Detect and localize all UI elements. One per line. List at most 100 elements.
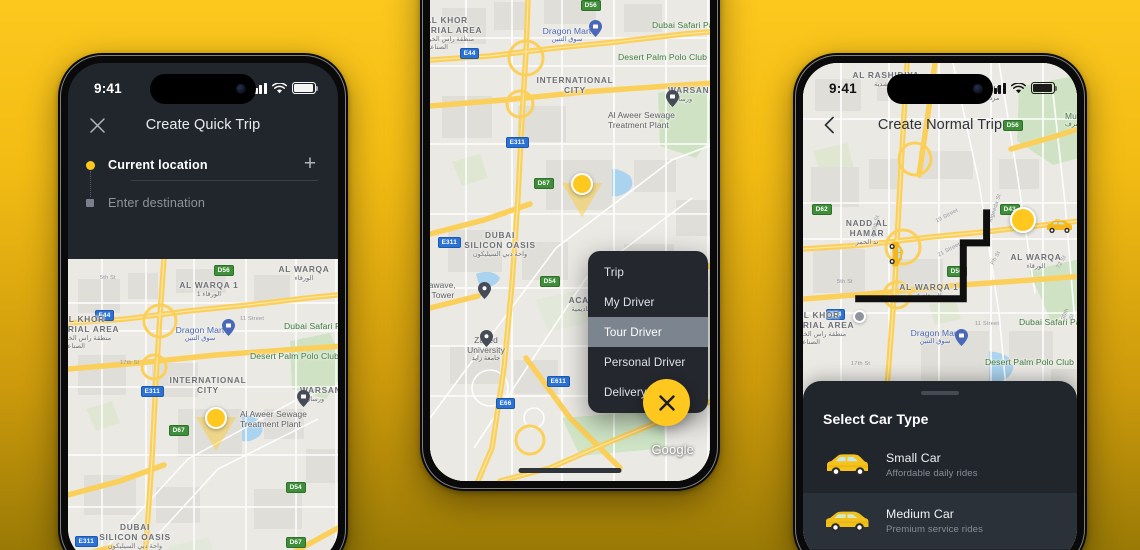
menu-item-label: Personal Driver xyxy=(604,355,686,369)
current-location-dot xyxy=(571,173,593,195)
road-shield: D54 xyxy=(286,482,306,494)
google-watermark: Google xyxy=(651,442,694,457)
map-pin-icon xyxy=(480,330,493,347)
sheet-title: Select Car Type xyxy=(823,410,929,427)
hatchback-car-icon xyxy=(823,452,871,478)
road-shield: E611 xyxy=(547,376,570,388)
status-time: 9:41 xyxy=(94,80,122,96)
road-shield: D67 xyxy=(169,425,189,437)
map-street-label: 5th St xyxy=(100,275,116,281)
map-poi-label: Dubai Safari Par xyxy=(652,20,710,30)
close-icon xyxy=(658,394,675,411)
map-poi-label: diawave,ot Tower xyxy=(430,280,456,301)
map-pin-icon xyxy=(222,319,235,336)
road-shield: E311 xyxy=(506,137,529,149)
status-time: 9:41 xyxy=(829,80,857,96)
phone-right: D56 D62 D43 D56 E44 E311 D54 AL RASHIDIY… xyxy=(793,53,1087,550)
destination-field[interactable]: Enter destination xyxy=(86,187,320,219)
menu-item-personal-driver[interactable]: Personal Driver xyxy=(588,347,708,377)
car-name: Medium Car xyxy=(886,506,954,521)
map-street-label: 17th St xyxy=(851,361,871,367)
car-subtitle: Affordable daily rides xyxy=(886,467,978,479)
status-icons xyxy=(250,82,319,94)
map-pin-icon xyxy=(297,390,310,407)
road-shield: D56 xyxy=(214,265,234,277)
car-option-small[interactable]: Small Car Affordable daily rides xyxy=(803,437,1077,493)
map-pin-icon xyxy=(478,282,491,299)
grey-square-icon xyxy=(86,199,108,207)
trip-fields: Current location + Enter destination xyxy=(68,145,338,233)
map-poi-label: Al Aweer SewageTreatment Plant xyxy=(608,110,675,131)
map-area-label: DUBAI SILICON OASIS واحة دبي السيليكون xyxy=(464,230,536,258)
status-icons xyxy=(989,82,1058,94)
field-divider xyxy=(131,180,318,181)
map-poi-label: Dubai Safari Par xyxy=(284,321,338,331)
map-pin-icon xyxy=(955,329,968,346)
dynamic-island xyxy=(150,74,256,104)
phone-left-screen: D56 E44 E311 D67 D54 E311 D67 D54 E6 AL … xyxy=(68,63,338,550)
map-area-label: DUBAI SILICON OASIS واحة دبي السيليكون xyxy=(99,522,171,550)
chevron-left-icon[interactable] xyxy=(819,114,841,136)
page-title: Create Normal Trip xyxy=(877,117,1003,133)
road-shield: D62 xyxy=(812,204,832,216)
map-street-label: 11 Street xyxy=(975,321,1000,327)
map-poi-label: Desert Palm Polo Club xyxy=(250,351,338,361)
menu-item-my-driver[interactable]: My Driver xyxy=(588,287,708,317)
road-shield: E66 xyxy=(496,398,516,410)
map-area-label: AL WARQA الورقاء xyxy=(278,264,330,282)
map-pin-icon xyxy=(666,90,679,107)
menu-item-label: Delivery xyxy=(604,385,647,399)
menu-item-tour-driver[interactable]: Tour Driver xyxy=(588,317,708,347)
sedan-car-icon xyxy=(823,508,871,534)
map-street-label: 11 Street xyxy=(240,316,265,322)
map-area-label: AL KHORTRIAL AREAمنطقة راس الخور الصناعي… xyxy=(68,314,120,350)
car-text: Small Car Affordable daily rides xyxy=(886,451,978,479)
battery-icon xyxy=(1031,82,1058,94)
right-header-row: Create Normal Trip xyxy=(803,105,1077,145)
left-header-row: Create Quick Trip xyxy=(68,105,338,145)
route-origin-dot xyxy=(853,310,866,323)
menu-item-label: Tour Driver xyxy=(604,325,662,339)
map-poi-label: Al Aweer SewageTreatment Plant xyxy=(240,409,307,430)
front-camera-icon xyxy=(236,84,246,94)
front-camera-icon xyxy=(973,84,983,94)
map-left[interactable]: D56 E44 E311 D67 D54 E311 D67 D54 E6 AL … xyxy=(68,259,338,550)
map-area-label: INTERNATIONALCITY xyxy=(536,75,614,95)
road-shield: D56 xyxy=(581,0,601,12)
close-fab-button[interactable] xyxy=(643,379,690,426)
map-street-label: 5th St xyxy=(837,279,853,285)
phone-left: D56 E44 E311 D67 D54 E311 D67 D54 E6 AL … xyxy=(58,53,348,550)
phone-middle: D56 E44 E311 D67 E311 D54 E611 E66 E6 AL… xyxy=(420,0,720,491)
map-area-label: AL KHORTRIAL AREAمنطقة راس الخور الصناعي… xyxy=(430,15,483,51)
car-name: Small Car xyxy=(886,450,941,465)
wifi-icon xyxy=(272,82,287,94)
phone-middle-screen: D56 E44 E311 D67 E311 D54 E611 E66 E6 AL… xyxy=(430,0,710,481)
dynamic-island xyxy=(887,74,993,104)
menu-item-label: Trip xyxy=(604,265,624,279)
destination-placeholder: Enter destination xyxy=(108,196,206,210)
car-option-medium[interactable]: Medium Car Premium service rides xyxy=(803,492,1077,549)
close-icon[interactable] xyxy=(86,114,108,136)
select-car-type-sheet: Select Car Type Small Car Affordable dai… xyxy=(803,381,1077,550)
plus-icon[interactable]: + xyxy=(300,153,320,175)
car-text: Medium Car Premium service rides xyxy=(886,507,983,535)
map-poi-label: Desert Palm Polo Club xyxy=(985,357,1075,367)
origin-field[interactable]: Current location + xyxy=(86,149,320,181)
car-subtitle: Premium service rides xyxy=(886,523,983,535)
taxi-icon xyxy=(889,239,904,269)
menu-item-trip[interactable]: Trip xyxy=(588,257,708,287)
map-area-label: AL WARQA 1 الورقاء 1 xyxy=(179,280,239,298)
wifi-icon xyxy=(1011,82,1026,94)
yellow-dot-icon xyxy=(86,160,108,170)
page-title: Create Quick Trip xyxy=(145,117,261,133)
map-poi-label: Desert Palm Polo Club xyxy=(618,52,708,62)
map-area-label: AL WARQA 1 الورقاء 1 xyxy=(899,282,959,300)
road-shield: D67 xyxy=(534,178,554,190)
origin-label: Current location xyxy=(108,158,208,172)
taxi-icon xyxy=(1044,219,1074,234)
road-shield: D56 xyxy=(947,266,967,278)
map-area-label: INTERNATIONALCITY xyxy=(169,375,247,395)
menu-item-label: My Driver xyxy=(604,295,655,309)
road-shield: D67 xyxy=(286,537,306,549)
home-indicator[interactable] xyxy=(518,468,622,473)
